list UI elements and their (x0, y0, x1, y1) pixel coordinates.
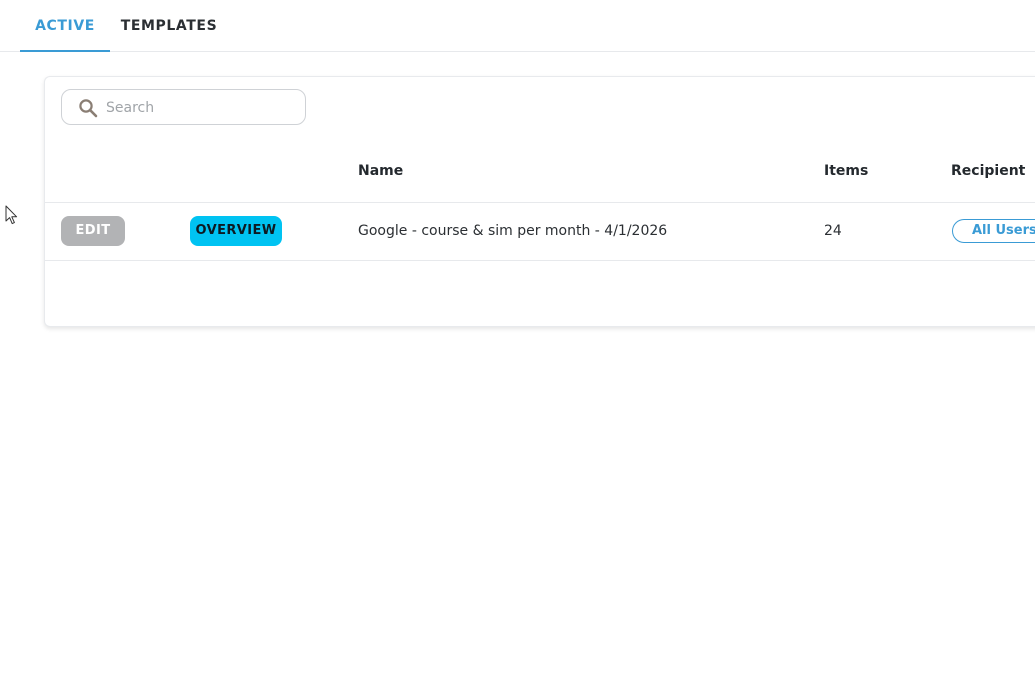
table-header: Name Items Recipient (45, 149, 1035, 203)
search-box[interactable] (61, 89, 306, 125)
tab-active[interactable]: ACTIVE (20, 0, 110, 52)
edit-button[interactable]: EDIT (61, 216, 125, 246)
tab-templates[interactable]: TEMPLATES (116, 0, 222, 52)
search-icon (79, 99, 98, 118)
row-name: Google - course & sim per month - 4/1/20… (358, 223, 668, 239)
column-header-items[interactable]: Items (824, 149, 868, 193)
search-input[interactable] (106, 97, 296, 119)
tab-bar: ACTIVE TEMPLATES (0, 0, 1035, 52)
column-header-name[interactable]: Name (358, 149, 403, 193)
column-header-recipient[interactable]: Recipient (951, 149, 1025, 193)
table-row: EDIT OVERVIEW Google - course & sim per … (45, 203, 1035, 261)
table-card: Name Items Recipient EDIT OVERVIEW Googl… (44, 76, 1035, 327)
recipient-badge[interactable]: All Users (952, 219, 1035, 243)
mouse-cursor-icon (5, 205, 18, 225)
row-items-count: 24 (824, 223, 842, 239)
overview-button[interactable]: OVERVIEW (190, 216, 282, 246)
